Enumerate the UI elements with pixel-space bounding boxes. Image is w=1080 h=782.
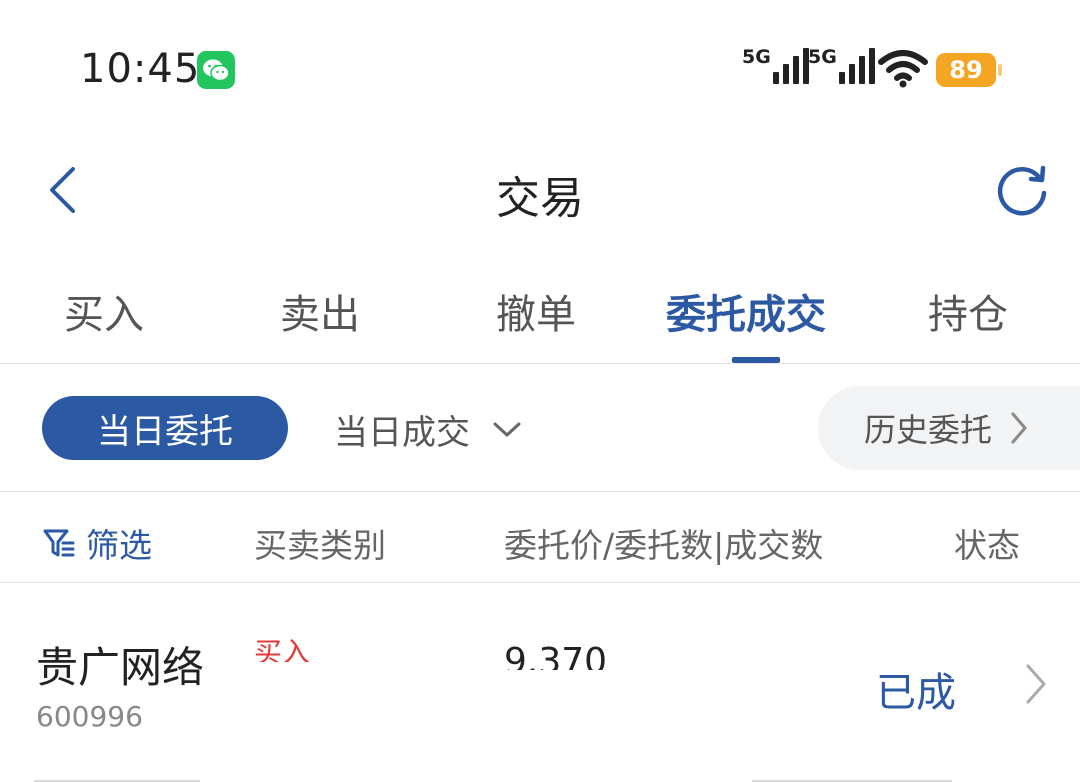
column-headers: 筛选 买卖类别 委托价/委托数|成交数 状态 — [0, 493, 1080, 583]
nav-header: 交易 — [0, 140, 1080, 240]
status-bar: 10:45 5G 5G 89 — [0, 0, 1080, 120]
order-row[interactable]: 贵广网络 600996 买入 9.370 已成 — [0, 584, 1080, 782]
chevron-right-icon — [1010, 411, 1028, 445]
column-trade-type: 买卖类别 — [254, 526, 386, 565]
history-orders-button[interactable]: 历史委托 — [818, 386, 1080, 470]
wechat-notification-icon — [197, 51, 235, 89]
tab-positions[interactable]: 持仓 — [928, 282, 1008, 340]
tab-sell[interactable]: 卖出 — [280, 282, 360, 340]
order-status: 已成 — [876, 670, 956, 716]
column-status: 状态 — [954, 526, 1020, 565]
stock-code: 600996 — [36, 700, 143, 733]
sub-filter-row: 当日委托 当日成交 历史委托 — [0, 365, 1080, 492]
signal-5g-2-icon: 5G — [808, 46, 875, 84]
filter-button[interactable]: 筛选 — [42, 519, 152, 567]
tab-cancel[interactable]: 撤单 — [496, 282, 576, 340]
wifi-icon — [878, 50, 928, 92]
signal-2-label: 5G — [808, 46, 837, 68]
chevron-right-icon — [1024, 662, 1048, 706]
page-title: 交易 — [496, 173, 584, 224]
signal-1-label: 5G — [742, 46, 771, 68]
tab-orders-deals[interactable]: 委托成交 — [666, 282, 826, 340]
stock-name: 贵广网络 — [36, 643, 205, 692]
signal-5g-1-icon: 5G — [742, 46, 809, 84]
active-tab-indicator — [732, 357, 780, 363]
today-deals-label: 当日成交 — [334, 413, 470, 453]
status-time: 10:45 — [80, 46, 201, 92]
trade-type: 买入 — [254, 636, 311, 662]
refresh-button[interactable] — [994, 162, 1050, 218]
column-price-qty: 委托价/委托数|成交数 — [504, 526, 824, 565]
order-price: 9.370 — [504, 642, 608, 670]
tab-buy[interactable]: 买入 — [64, 282, 144, 340]
today-deals-dropdown[interactable]: 当日成交 — [334, 405, 522, 454]
filter-label: 筛选 — [86, 526, 152, 565]
battery-indicator: 89 — [936, 53, 1002, 87]
main-tabs: 买入 卖出 撤单 委托成交 持仓 — [0, 268, 1080, 364]
filter-icon — [42, 527, 76, 559]
today-orders-pill[interactable]: 当日委托 — [42, 396, 288, 460]
chevron-down-icon — [492, 421, 522, 439]
refresh-icon — [997, 165, 1047, 216]
history-orders-label: 历史委托 — [864, 411, 993, 449]
